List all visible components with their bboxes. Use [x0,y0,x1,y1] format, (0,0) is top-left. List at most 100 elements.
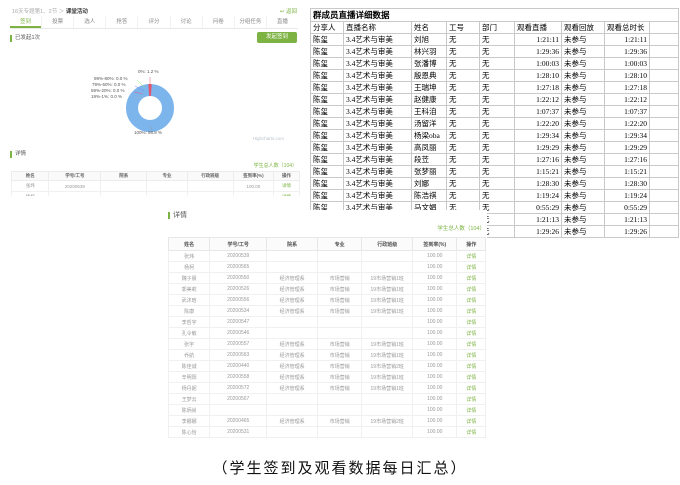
detail-link[interactable]: 详情 [466,298,476,304]
live-col-header [650,22,679,34]
breadcrumb-chapter[interactable]: 16天专题第1、2节 [12,9,57,15]
live-col-header: 观看总时长 [605,22,650,34]
live-col-header: 姓名 [412,22,447,34]
live-table-row: 陈玺3.4艺术与审美汤留洋无无1:22:20未参与1:22:20 [311,118,679,130]
student-row: 杨柯20200565100.00详情 [169,262,486,273]
student-row: 武沐晗20200556经济管理系市场营销19市场营销1班100.00详情 [169,295,486,306]
tab-4[interactable]: 抢答 [105,16,137,28]
live-col-header: 观看回放 [562,22,605,34]
mini-table-body: 张炜20200539100.00详情杨柯20200565100.00详情 [12,181,300,197]
signin-col-header: 专业 [147,172,187,181]
tab-1[interactable]: 签到 [10,16,41,28]
highcharts-credit[interactable]: Highcharts.com [253,136,284,141]
class-activity-panel: 16天专题第1、2节 ＞ 课堂活动 ↩ 返回 签到投票选人抢答评分讨论问卷分组任… [8,5,300,196]
live-col-header: 分享人 [311,22,344,34]
detail-link[interactable]: 详情 [466,265,476,271]
signin-col-header: 操作 [274,172,300,181]
student-row: 李娜娜20200465经济管理系市场营销19市场营销2班100.00详情 [169,416,486,427]
live-table-row: 陈玺3.4艺术与审美王科洎无无1:07:37未参与1:07:37 [311,106,679,118]
mini-signin-table: 姓名学号/工号院系专业行政班级签到率(%)操作 张炜20200539100.00… [11,171,300,196]
detail-link[interactable]: 详情 [466,331,476,337]
live-col-header: 直播名称 [344,22,412,34]
detail-link[interactable]: 详情 [466,419,476,425]
live-table-row: 陈玺3.4艺术与审美林兴羽无无1:29:36未参与1:29:36 [311,46,679,58]
detail-link[interactable]: 详情 [466,342,476,348]
live-table-row: 陈玺3.4艺术与审美殷恩典无无1:28:10未参与1:28:10 [311,70,679,82]
live-table-row: 陈玺3.4艺术与审美张潘博无无1:00:03未参与1:00:03 [311,58,679,70]
live-table-row: 陈玺3.4艺术与审美段苙无无1:27:16未参与1:27:16 [311,154,679,166]
signin-col-header: 院系 [101,172,147,181]
live-col-header: 工号 [447,22,480,34]
back-arrow-icon: ↩ [280,9,285,15]
detail-link[interactable]: 详情 [466,364,476,370]
signin-col-header: 姓名 [169,238,210,251]
student-row: 郭美莉20200526经济管理系市场营销19市场营销1班100.00详情 [169,284,486,295]
live-table-row: 陈玺3.4艺术与审美高凤丽无无1:29:29未参与1:29:29 [311,142,679,154]
signin-col-header: 操作 [457,238,486,251]
tab-5[interactable]: 评分 [137,16,169,28]
tab-2[interactable]: 投票 [41,16,73,28]
chart-label-100pct: 100%: 98.8 % [134,130,162,135]
chart-label-59-20: 59%-20%: 0.0 % [91,88,125,93]
detail-link[interactable]: 详情 [466,430,476,436]
detail-signin-table: 姓名学号/工号院系专业行政班级签到率(%)操作 张炜20200539100.00… [168,237,486,438]
student-row: 张炜20200539100.00详情 [12,181,300,192]
detail-link[interactable]: 详情 [466,287,476,293]
detail-link[interactable]: 详情 [466,254,476,260]
live-col-header: 部门 [480,22,515,34]
live-table-row: 陈玺3.4艺术与审美张梦丽无无1:15:21未参与1:15:21 [311,166,679,178]
student-row: 杨柯20200565100.00详情 [12,192,300,197]
live-table-header-row: 分享人直播名称姓名工号部门观看直播观看回放观看总时长 [311,22,679,34]
detail-link[interactable]: 详情 [466,375,476,381]
detail-link[interactable]: 详情 [466,408,476,414]
detail-link[interactable]: 详情 [466,353,476,359]
student-row: 乔航20200563经济管理系市场营销19市场营销1班100.00详情 [169,350,486,361]
live-table-title-row: 群成员直播详细数据 [311,9,679,22]
detail-link[interactable]: 详情 [466,386,476,392]
back-button[interactable]: ↩ 返回 [280,7,297,15]
tab-6[interactable]: 讨论 [170,16,202,28]
tab-8[interactable]: 分组任务 [234,16,266,28]
detail-section-label: 详情 [168,212,187,219]
live-table-row: 陈玺3.4艺术与审美刘旭无无1:21:11未参与1:21:11 [311,34,679,46]
student-row: 王梦云20200567100.00详情 [169,394,486,405]
tab-9[interactable]: 直播 [266,16,298,28]
mini-total-students: 学生总人数（104） [254,162,297,169]
signin-col-header: 签到率(%) [233,172,273,181]
signin-col-header: 行政班级 [187,172,233,181]
tab-bar: 签到投票选人抢答评分讨论问卷分组任务直播 [10,16,298,29]
signin-col-header: 学号/工号 [49,172,101,181]
detail-table-body: 张炜20200539100.00详情杨柯20200565100.00详情魏子晨2… [169,251,486,438]
detail-table-header-row: 姓名学号/工号院系专业行政班级签到率(%)操作 [169,238,486,251]
detail-link[interactable]: 详情 [466,320,476,326]
tab-7[interactable]: 问卷 [202,16,234,28]
detail-link[interactable]: 详情 [282,194,291,196]
chart-label-19-1: 19%-1%: 0.0 % [91,94,122,99]
detail-link[interactable]: 详情 [466,309,476,315]
live-table-title: 群成员直播详细数据 [311,9,679,22]
chart-label-99-80: 99%-80%: 0.0 % [94,76,128,81]
live-table-row: 陈玺3.4艺术与审美赵健康无无1:22:12未参与1:22:12 [311,94,679,106]
live-table-row: 陈玺3.4艺术与审美陈浩祺无无1:19:24未参与1:19:24 [311,190,679,202]
launch-signin-button[interactable]: 发起签到 [257,32,297,43]
initiated-count-label: 已发起1次 [10,35,40,42]
live-col-header: 观看直播 [515,22,562,34]
student-row: 魏子晨20200550经济管理系市场营销19市场营销1班100.00详情 [169,273,486,284]
student-row: 孔令敏20200546100.00详情 [169,328,486,339]
student-row: 杨丹妮20200572经济管理系市场营销19市场营销1班100.00详情 [169,383,486,394]
student-row: 辛明阳20200558经济管理系市场营销19市场营销1班100.00详情 [169,372,486,383]
tab-3[interactable]: 选人 [73,16,105,28]
back-label: 返回 [286,9,297,15]
signin-col-header: 签到率(%) [413,238,457,251]
signin-col-header: 学号/工号 [210,238,267,251]
live-data-table: 群成员直播详细数据 分享人直播名称姓名工号部门观看直播观看回放观看总时长 陈玺3… [310,8,679,238]
detail-link[interactable]: 详情 [466,276,476,282]
student-row: 陈佳诚20200440经济管理系市场营销19市场营销2班100.00详情 [169,361,486,372]
detail-link[interactable]: 详情 [466,397,476,403]
detail-total-students: 学生总人数（104） [437,224,485,232]
live-table-row: 陈玺3.4艺术与审美刘娜无无1:28:30未参与1:28:30 [311,178,679,190]
signin-col-header: 姓名 [12,172,49,181]
figure-caption: （学生签到及观看数据每日汇总） [0,457,680,478]
detail-link[interactable]: 详情 [282,183,291,188]
mini-detail-section-label: 详情 [10,151,26,158]
